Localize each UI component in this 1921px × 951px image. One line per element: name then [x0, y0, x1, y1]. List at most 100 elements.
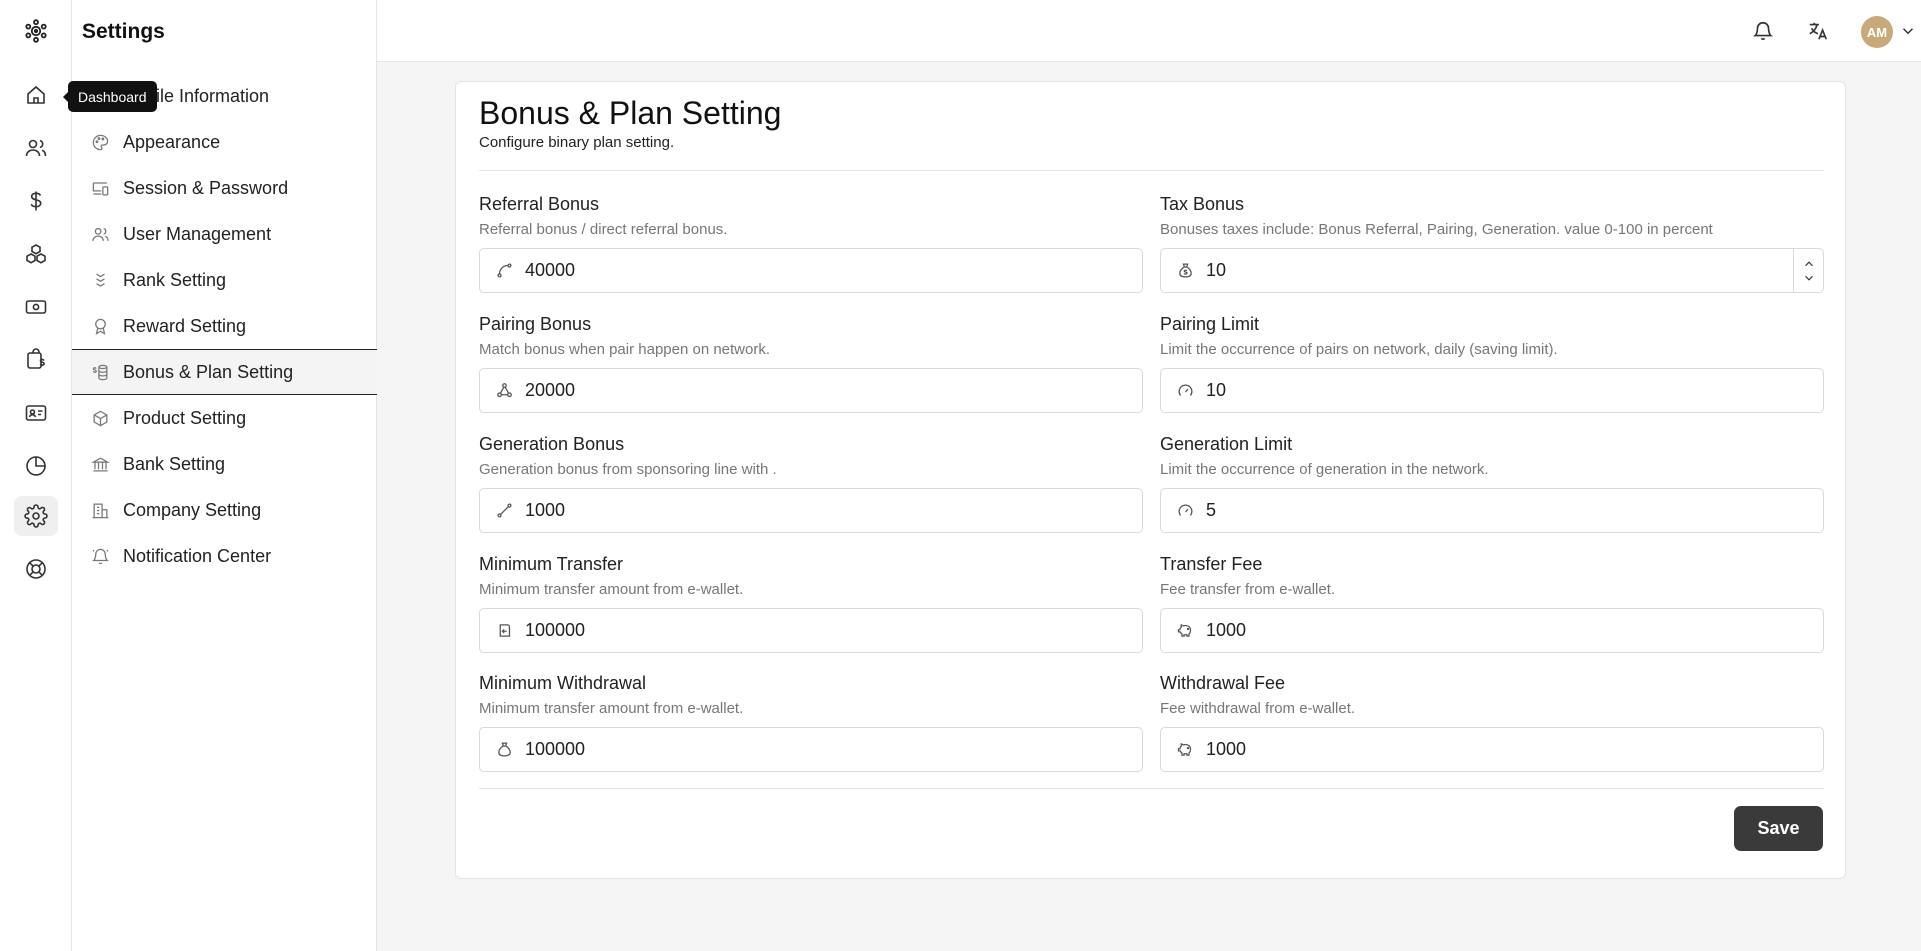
input-value: 40000	[525, 260, 576, 280]
bank-icon	[90, 454, 110, 474]
field-label: Generation Bonus	[479, 434, 625, 454]
coins-icon	[90, 362, 110, 382]
input-value: 5	[1206, 500, 1217, 520]
field-help: Limit the occurrence of pairs on network…	[1160, 341, 1558, 358]
sidebar-item-reward-setting[interactable]: Reward Setting	[72, 303, 377, 349]
generation-limit-field: Generation Limit Limit the occurrence of…	[1160, 434, 1824, 533]
gauge-icon	[1176, 382, 1194, 400]
page-title: Bonus & Plan Setting	[479, 95, 782, 131]
divider	[479, 170, 1824, 171]
save-button[interactable]: Save	[1734, 806, 1823, 851]
field-label: Pairing Bonus	[479, 314, 592, 334]
palette-icon	[90, 132, 110, 152]
field-help: Fee transfer from e-wallet.	[1160, 581, 1336, 598]
sidebar-item-bonus-plan-setting[interactable]: Bonus & Plan Setting	[72, 349, 377, 395]
sidebar-item-company-setting[interactable]: Company Setting	[72, 487, 377, 533]
network-icon	[495, 382, 513, 400]
app-logo-icon[interactable]	[20, 14, 52, 48]
rail-tooltip: Dashboard	[63, 81, 157, 112]
field-help: Generation bonus from sponsoring line wi…	[479, 461, 777, 478]
sidebar-item-bank-setting[interactable]: Bank Setting	[72, 441, 377, 487]
transfer-fee-input[interactable]: 1000	[1160, 608, 1824, 653]
field-label: Referral Bonus	[479, 194, 600, 214]
referral-bonus-field: Referral Bonus Referral bonus / direct r…	[479, 194, 1143, 293]
minimum-withdrawal-input[interactable]: 100000	[479, 727, 1143, 772]
line-icon	[495, 502, 513, 520]
rail-home-icon[interactable]	[14, 75, 58, 115]
piggy-bank-icon	[1176, 622, 1194, 640]
pairing-limit-input[interactable]: 10	[1160, 368, 1824, 413]
language-translate-icon[interactable]	[1804, 17, 1832, 45]
sidebar-item-label: Rank Setting	[123, 269, 227, 290]
rail-wallet-bag-icon[interactable]	[14, 340, 58, 380]
bell-icon	[90, 546, 110, 566]
building-icon	[90, 500, 110, 520]
rail-boxes-icon[interactable]	[14, 234, 58, 274]
rail-settings-icon[interactable]	[14, 496, 58, 536]
chevron-up-icon[interactable]	[1802, 257, 1816, 271]
tax-bonus-stepper[interactable]	[1793, 249, 1823, 292]
rail-dollar-icon[interactable]	[14, 181, 58, 221]
field-label: Minimum Withdrawal	[479, 673, 647, 693]
sidebar-item-user-management[interactable]: User Management	[72, 211, 377, 257]
generation-bonus-input[interactable]: 1000	[479, 488, 1143, 533]
tax-bonus-field: Tax Bonus Bonuses taxes include: Bonus R…	[1160, 194, 1824, 293]
sidebar-item-notification-center[interactable]: Notification Center	[72, 533, 377, 579]
minimum-transfer-input[interactable]: 100000	[479, 608, 1143, 653]
pairing-bonus-input[interactable]: 20000	[479, 368, 1143, 413]
field-label: Withdrawal Fee	[1160, 673, 1286, 693]
field-help: Referral bonus / direct referral bonus.	[479, 221, 728, 238]
withdrawal-fee-input[interactable]: 1000	[1160, 727, 1824, 772]
field-label: Transfer Fee	[1160, 554, 1263, 574]
sidebar-item-appearance[interactable]: Appearance	[72, 119, 377, 165]
pouch-icon	[495, 741, 513, 759]
bonus-plan-card: Bonus & Plan Setting Configure binary pl…	[455, 81, 1846, 879]
field-help: Bonuses taxes include: Bonus Referral, P…	[1160, 221, 1713, 238]
input-value: 100000	[525, 620, 586, 640]
sidebar-item-label: Session & Password	[123, 177, 289, 198]
referral-bonus-input[interactable]: 40000	[479, 248, 1143, 293]
settings-sidebar: Settings Profile Information Appearance …	[72, 0, 377, 951]
field-help: Minimum transfer amount from e-wallet.	[479, 700, 744, 717]
minimum-transfer-field: Minimum Transfer Minimum transfer amount…	[479, 554, 1143, 653]
field-help: Minimum transfer amount from e-wallet.	[479, 581, 744, 598]
rail-support-icon[interactable]	[14, 549, 58, 589]
generation-bonus-field: Generation Bonus Generation bonus from s…	[479, 434, 1143, 533]
input-value: 10	[1206, 260, 1227, 280]
pairing-bonus-field: Pairing Bonus Match bonus when pair happ…	[479, 314, 1143, 413]
rail-id-card-icon[interactable]	[14, 393, 58, 433]
sidebar-title: Settings	[82, 20, 165, 43]
box-icon	[90, 408, 110, 428]
page-subtitle: Configure binary plan setting.	[479, 134, 675, 151]
route-icon	[495, 262, 513, 280]
input-value: 1000	[525, 500, 566, 520]
field-label: Generation Limit	[1160, 434, 1293, 454]
sidebar-item-session-password[interactable]: Session & Password	[72, 165, 377, 211]
input-value: 100000	[525, 739, 586, 759]
chevron-down-icon[interactable]	[1899, 22, 1917, 40]
tax-bonus-input[interactable]: 10	[1160, 248, 1824, 293]
app: Dashboard Settings Profile Information A…	[0, 0, 1921, 951]
input-value: 20000	[525, 380, 576, 400]
top-header: AM	[377, 0, 1921, 62]
icon-rail	[0, 0, 72, 951]
sidebar-item-label: Company Setting	[123, 499, 262, 520]
pairing-limit-field: Pairing Limit Limit the occurrence of pa…	[1160, 314, 1824, 413]
piggy-bank-icon	[1176, 741, 1194, 759]
sidebar-item-product-setting[interactable]: Product Setting	[72, 395, 377, 441]
rail-banknote-icon[interactable]	[14, 287, 58, 327]
sidebar-item-rank-setting[interactable]: Rank Setting	[72, 257, 377, 303]
transfer-icon	[495, 622, 513, 640]
field-help: Match bonus when pair happen on network.	[479, 341, 771, 358]
generation-limit-input[interactable]: 5	[1160, 488, 1824, 533]
gauge-icon	[1176, 502, 1194, 520]
sidebar-item-label: Product Setting	[123, 407, 247, 428]
divider	[479, 788, 1824, 789]
field-help: Fee withdrawal from e-wallet.	[1160, 700, 1356, 717]
user-avatar[interactable]: AM	[1861, 16, 1893, 48]
chevron-down-icon[interactable]	[1802, 271, 1816, 285]
rail-users-icon[interactable]	[14, 128, 58, 168]
rail-pie-chart-icon[interactable]	[14, 446, 58, 486]
notification-bell-icon[interactable]	[1749, 17, 1777, 45]
rank-chevrons-icon	[90, 270, 110, 290]
